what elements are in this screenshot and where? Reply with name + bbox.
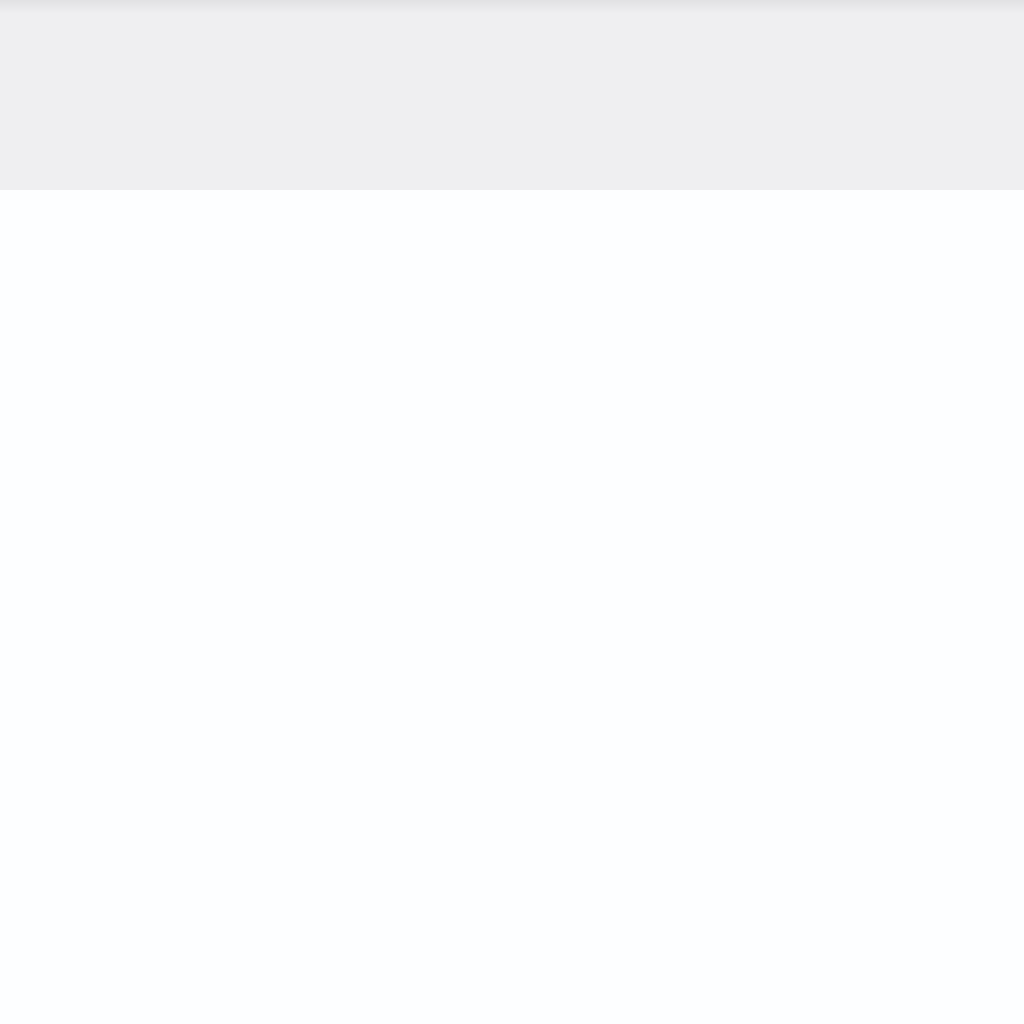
top-shadow [0,0,1024,14]
header-band [0,0,1024,190]
content-area [0,190,1024,1024]
